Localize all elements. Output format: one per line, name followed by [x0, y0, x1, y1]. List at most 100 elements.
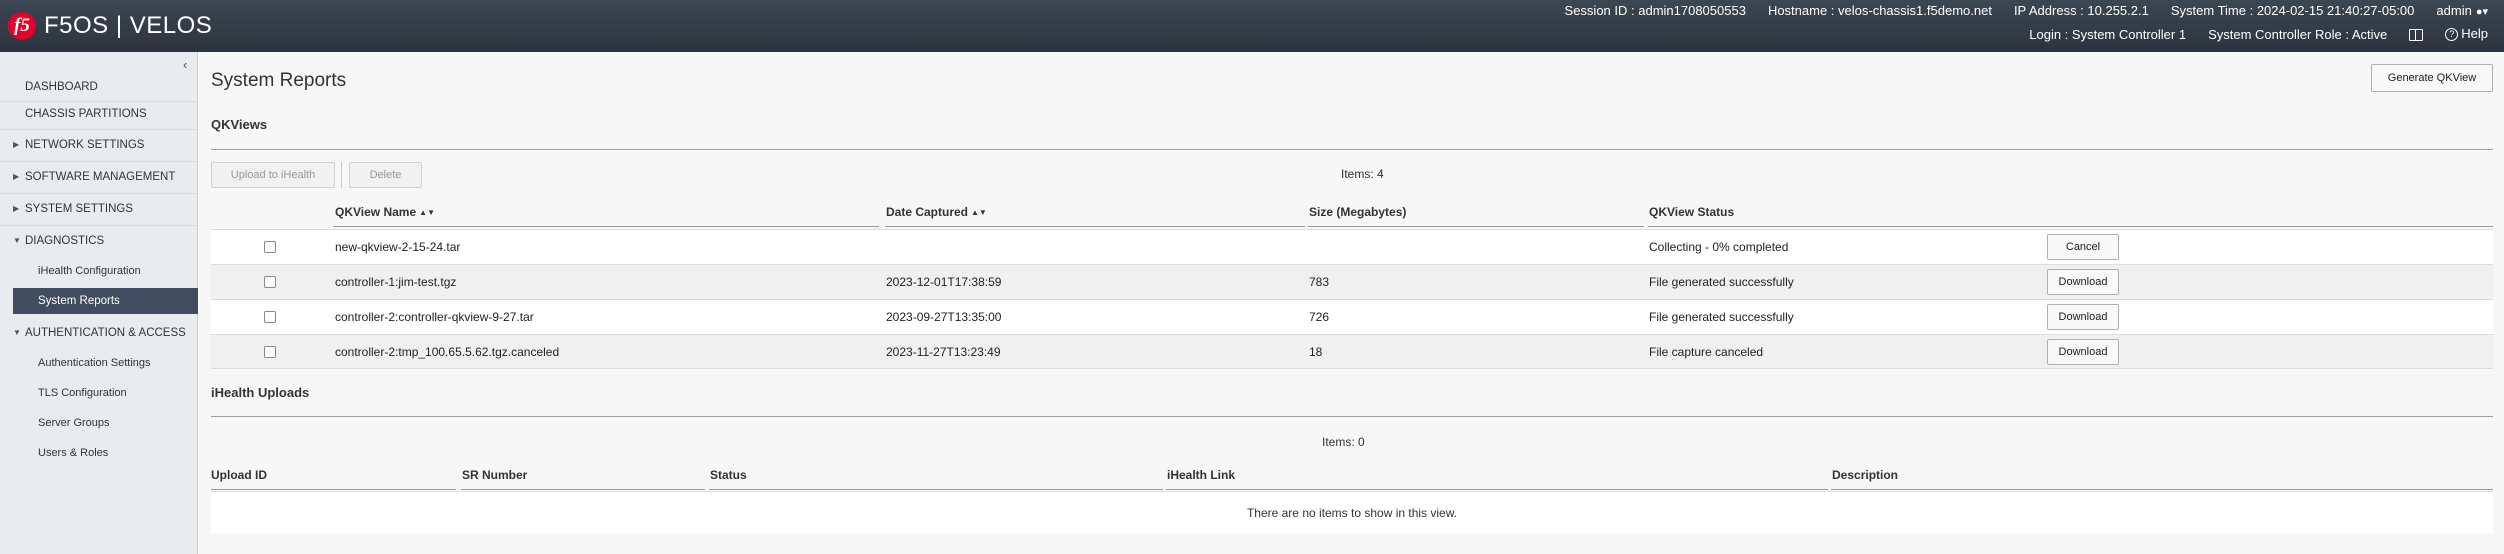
date-captured: 2023-09-27T13:35:00: [886, 310, 1002, 324]
divider: [0, 161, 198, 162]
sidebar-item-server-groups[interactable]: Server Groups: [0, 410, 198, 436]
column-header-size: Size (Megabytes): [1309, 205, 1407, 219]
sidebar-item-label: SOFTWARE MANAGEMENT: [25, 171, 176, 183]
download-button[interactable]: Download: [2047, 339, 2119, 365]
download-button[interactable]: Download: [2047, 269, 2119, 295]
column-underline: [1648, 226, 2493, 227]
sidebar-item-label: NETWORK SETTINGS: [25, 139, 145, 151]
column-header-ihealth-link: iHealth Link: [1167, 468, 1236, 482]
user-menu[interactable]: admin ●▾: [2436, 3, 2488, 18]
sidebar-item-label: DIAGNOSTICS: [25, 235, 105, 247]
caret-down-icon: ▼: [13, 328, 21, 337]
system-time: System Time : 2024-02-15 21:40:27-05:00: [2170, 3, 2415, 18]
column-header-description: Description: [1832, 468, 1899, 482]
delete-button[interactable]: Delete: [349, 162, 422, 188]
ip-address: IP Address : 10.255.2.1: [2013, 3, 2149, 18]
sidebar-item-chassis-partitions[interactable]: CHASSIS PARTITIONS: [0, 101, 198, 127]
header-info-row: Session ID : admin1708050553 Hostname : …: [1565, 3, 2488, 18]
user-icon: ●▾: [2475, 6, 2488, 18]
row-checkbox[interactable]: [264, 311, 276, 323]
divider: [0, 193, 198, 194]
column-underline: [1166, 489, 1828, 490]
divider: [0, 225, 198, 226]
row-checkbox[interactable]: [264, 241, 276, 253]
empty-table-row: There are no items to show in this view.: [211, 491, 2493, 533]
sidebar-item-ihealth-configuration[interactable]: iHealth Configuration: [0, 258, 198, 284]
qkview-name: new-qkview-2-15-24.tar: [335, 240, 461, 254]
product-name: F5OS | VELOS: [44, 12, 213, 39]
ihealth-uploads-section-title: iHealth Uploads: [211, 385, 310, 400]
sidebar-item-label: DASHBOARD: [25, 81, 98, 93]
sidebar-item-label: AUTHENTICATION & ACCESS: [25, 327, 186, 339]
column-header-upload-id: Upload ID: [211, 468, 267, 482]
caret-right-icon: ▶: [13, 140, 20, 149]
qkview-status: File capture canceled: [1649, 345, 1764, 359]
sidebar-item-diagnostics[interactable]: ▼ DIAGNOSTICS: [0, 228, 198, 254]
empty-message: There are no items to show in this view.: [1246, 506, 1458, 520]
size-mb: 726: [1309, 310, 1330, 324]
column-header-label: Date Captured: [886, 205, 969, 219]
sidebar-item-label: Server Groups: [38, 417, 110, 429]
sidebar-item-software-management[interactable]: ▶ SOFTWARE MANAGEMENT: [0, 164, 198, 190]
qkview-name: controller-2:controller-qkview-9-27.tar: [335, 310, 534, 324]
user-name: admin: [2436, 3, 2472, 18]
column-header-sr-number: SR Number: [462, 468, 528, 482]
qkview-status: File generated successfully: [1649, 275, 1794, 289]
date-captured: 2023-11-27T13:23:49: [886, 345, 1001, 359]
controller-role: System Controller Role : Active: [2208, 26, 2388, 42]
sidebar-item-network-settings[interactable]: ▶ NETWORK SETTINGS: [0, 132, 198, 158]
help-link[interactable]: ? Help: [2445, 26, 2488, 42]
column-underline: [885, 226, 1305, 227]
table-row[interactable]: new-qkview-2-15-24.tar Collecting - 0% c…: [211, 229, 2493, 264]
upload-to-ihealth-button[interactable]: Upload to iHealth: [211, 162, 335, 188]
column-header-qkview-name[interactable]: QKView Name ▲▼: [335, 205, 435, 219]
page-title: System Reports: [211, 70, 347, 91]
column-header-status: Status: [710, 468, 747, 482]
sidebar-item-label: Authentication Settings: [38, 357, 151, 369]
column-underline: [709, 489, 1163, 490]
sidebar-item-tls-configuration[interactable]: TLS Configuration: [0, 380, 198, 406]
row-checkbox[interactable]: [264, 276, 276, 288]
qkview-name: controller-1:jim-test.tgz: [335, 275, 457, 289]
sidebar-item-authentication-settings[interactable]: Authentication Settings: [0, 350, 198, 376]
qkview-name: controller-2:tmp_100.65.5.62.tgz.cancele…: [335, 345, 560, 359]
sort-icon: ▲▼: [971, 208, 987, 217]
help-label: Help: [2461, 26, 2488, 41]
header-status-row: Login : System Controller 1 System Contr…: [2029, 26, 2488, 42]
qkviews-section-title: QKViews: [211, 117, 268, 132]
divider: [211, 149, 2493, 150]
collapse-sidebar-icon[interactable]: ‹: [183, 57, 187, 72]
download-button[interactable]: Download: [2047, 304, 2119, 330]
table-row[interactable]: controller-2:tmp_100.65.5.62.tgz.cancele…: [211, 334, 2493, 369]
book-icon[interactable]: [2409, 29, 2424, 41]
column-underline: [333, 226, 879, 227]
toolbar-divider: [341, 162, 342, 188]
row-checkbox[interactable]: [264, 346, 276, 358]
ihealth-items-count: Items: 0: [1322, 435, 1365, 449]
sidebar-item-system-reports[interactable]: System Reports: [13, 288, 198, 314]
sidebar-item-users-roles[interactable]: Users & Roles: [0, 440, 198, 466]
sidebar-item-dashboard[interactable]: DASHBOARD: [0, 74, 198, 100]
column-header-date-captured[interactable]: Date Captured ▲▼: [886, 205, 987, 219]
sidebar: ‹ DASHBOARD CHASSIS PARTITIONS ▶ NETWORK …: [0, 52, 198, 554]
top-bar: f5 F5OS | VELOS Session ID : admin170805…: [0, 0, 2504, 52]
main-content: System Reports Generate QKView QKViews U…: [199, 52, 2504, 554]
table-row[interactable]: controller-1:jim-test.tgz 2023-12-01T17:…: [211, 264, 2493, 299]
sidebar-item-system-settings[interactable]: ▶ SYSTEM SETTINGS: [0, 196, 198, 222]
qkview-status: File generated successfully: [1649, 310, 1794, 324]
generate-qkview-button[interactable]: Generate QKView: [2371, 64, 2493, 92]
sidebar-item-label: CHASSIS PARTITIONS: [25, 108, 147, 120]
help-icon: ?: [2445, 28, 2459, 41]
table-row[interactable]: controller-2:controller-qkview-9-27.tar …: [211, 299, 2493, 334]
divider: [0, 129, 198, 130]
caret-right-icon: ▶: [13, 204, 20, 213]
cancel-button[interactable]: Cancel: [2047, 234, 2119, 260]
size-mb: 18: [1309, 345, 1323, 359]
sidebar-item-label: Users & Roles: [38, 447, 109, 459]
qkview-status: Collecting - 0% completed: [1649, 240, 1789, 254]
sidebar-item-authentication-access[interactable]: ▼ AUTHENTICATION & ACCESS: [0, 320, 198, 346]
size-mb: 783: [1309, 275, 1330, 289]
sidebar-item-label: iHealth Configuration: [38, 265, 141, 277]
sidebar-item-label: System Reports: [38, 295, 120, 307]
column-underline: [461, 489, 705, 490]
